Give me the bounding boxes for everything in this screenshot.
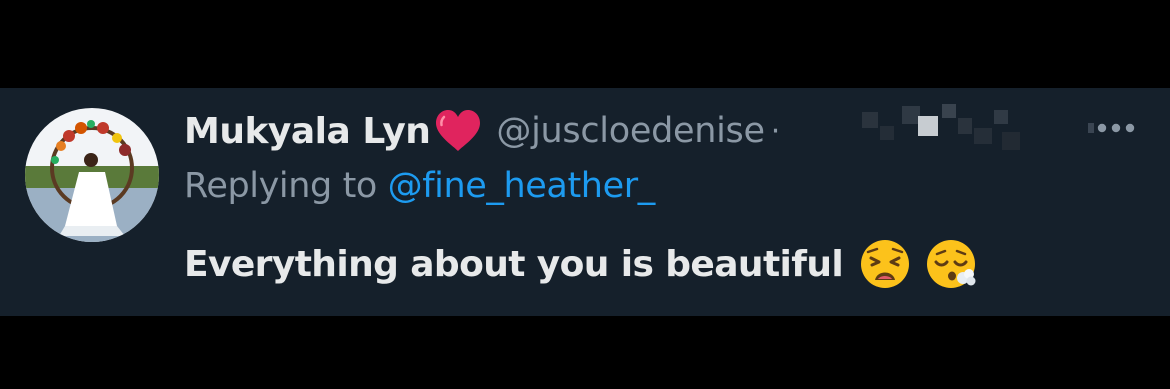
separator-dot: · bbox=[770, 113, 781, 149]
reply-tweet[interactable]: Mukyala Lyn @juscloedenise · Replying to… bbox=[0, 88, 1170, 316]
replying-to-row: Replying to @fine_heather_ bbox=[184, 166, 655, 206]
author-row: Mukyala Lyn @juscloedenise · bbox=[184, 106, 780, 156]
weary-face-icon bbox=[859, 238, 911, 290]
author-handle[interactable]: @juscloedenise bbox=[496, 111, 765, 151]
replying-to-label: Replying to bbox=[184, 166, 388, 206]
more-options-icon[interactable] bbox=[1088, 116, 1140, 140]
avatar[interactable] bbox=[25, 108, 159, 242]
display-name[interactable]: Mukyala Lyn bbox=[184, 111, 431, 152]
tweet-body: Everything about you is beautiful bbox=[184, 236, 977, 292]
tweet-text: Everything about you is beautiful bbox=[184, 243, 844, 285]
face-exhaling-icon bbox=[925, 238, 977, 290]
red-heart-icon bbox=[434, 109, 482, 153]
replying-to-link[interactable]: @fine_heather_ bbox=[388, 166, 656, 206]
timestamp-redacted bbox=[862, 98, 1022, 156]
